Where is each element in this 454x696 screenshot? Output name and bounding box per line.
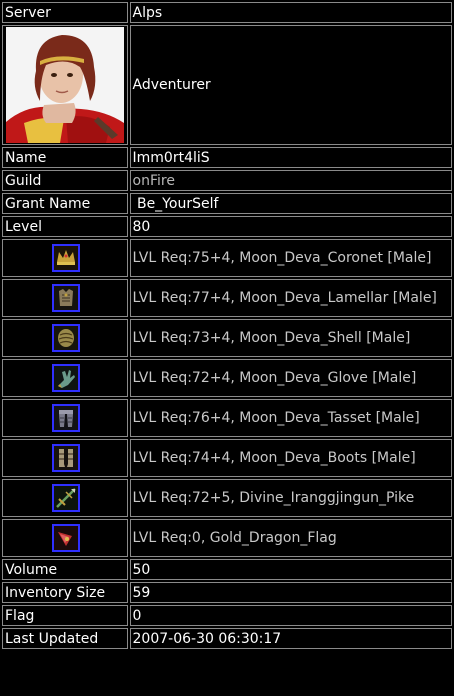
level-row: Level 80: [2, 216, 452, 237]
name-label: Name: [2, 147, 128, 168]
equipment-row: LVL Req:74+4, Moon_Deva_Boots [Male]: [2, 439, 452, 477]
equipment-row: LVL Req:75+4, Moon_Deva_Coronet [Male]: [2, 239, 452, 277]
equipment-row: LVL Req:73+4, Moon_Deva_Shell [Male]: [2, 319, 452, 357]
last-updated-value: 2007-06-30 06:30:17: [129, 628, 452, 649]
last-updated-label: Last Updated: [2, 628, 128, 649]
boots-icon[interactable]: [51, 444, 80, 472]
equipment-text: LVL Req:76+4, Moon_Deva_Tasset [Male]: [129, 399, 452, 437]
inventory-size-label: Inventory Size: [2, 582, 128, 603]
flag-label: Flag: [2, 605, 128, 626]
server-value: Alps: [129, 2, 452, 23]
equipment-text: LVL Req:74+4, Moon_Deva_Boots [Male]: [129, 439, 452, 477]
equipment-icon-cell: [2, 279, 128, 317]
flag-icon[interactable]: [51, 524, 80, 552]
character-portrait-image: [5, 27, 124, 143]
equipment-text: LVL Req:72+4, Moon_Deva_Glove [Male]: [129, 359, 452, 397]
portrait-row: Adventurer: [2, 25, 452, 145]
equipment-text: LVL Req:75+4, Moon_Deva_Coronet [Male]: [129, 239, 452, 277]
equipment-icon-cell: [2, 439, 128, 477]
server-label: Server: [2, 2, 128, 23]
volume-label: Volume: [2, 559, 128, 580]
equipment-icon-cell: [2, 479, 128, 517]
coronet-icon[interactable]: [51, 244, 80, 272]
volume-row: Volume 50: [2, 559, 452, 580]
equipment-icon-cell: [2, 239, 128, 277]
shell-armor-icon[interactable]: [51, 324, 80, 352]
equipment-text: LVL Req:77+4, Moon_Deva_Lamellar [Male]: [129, 279, 452, 317]
glove-icon[interactable]: [51, 364, 80, 392]
equipment-row: LVL Req:0, Gold_Dragon_Flag: [2, 519, 452, 557]
grant-name-value: Be_YourSelf: [129, 193, 452, 214]
grant-name-label: Grant Name: [2, 193, 128, 214]
inventory-size-row: Inventory Size 59: [2, 582, 452, 603]
flag-value: 0: [129, 605, 452, 626]
name-row: Name Imm0rt4liS: [2, 147, 452, 168]
guild-label: Guild: [2, 170, 128, 191]
character-info-table: Server Alps Adventurer Name Imm0rt4liS G…: [0, 0, 454, 651]
guild-row: Guild onFire: [2, 170, 452, 191]
equipment-icon-cell: [2, 319, 128, 357]
level-value: 80: [129, 216, 452, 237]
equipment-text: LVL Req:73+4, Moon_Deva_Shell [Male]: [129, 319, 452, 357]
equipment-text: LVL Req:72+5, Divine_Iranggjingun_Pike: [129, 479, 452, 517]
equipment-icon-cell: [2, 399, 128, 437]
portrait-cell: [2, 25, 128, 145]
equipment-row: LVL Req:72+5, Divine_Iranggjingun_Pike: [2, 479, 452, 517]
guild-value: onFire: [129, 170, 452, 191]
last-updated-row: Last Updated 2007-06-30 06:30:17: [2, 628, 452, 649]
equipment-icon-cell: [2, 359, 128, 397]
equipment-row: LVL Req:77+4, Moon_Deva_Lamellar [Male]: [2, 279, 452, 317]
equipment-row: LVL Req:76+4, Moon_Deva_Tasset [Male]: [2, 399, 452, 437]
volume-value: 50: [129, 559, 452, 580]
equipment-row: LVL Req:72+4, Moon_Deva_Glove [Male]: [2, 359, 452, 397]
character-class-text: Adventurer: [129, 25, 452, 145]
grant-name-row: Grant Name Be_YourSelf: [2, 193, 452, 214]
name-value: Imm0rt4liS: [129, 147, 452, 168]
equipment-text: LVL Req:0, Gold_Dragon_Flag: [129, 519, 452, 557]
character-portrait: [5, 27, 124, 143]
level-label: Level: [2, 216, 128, 237]
lamellar-armor-icon[interactable]: [51, 284, 80, 312]
pike-icon[interactable]: [51, 484, 80, 512]
flag-row: Flag 0: [2, 605, 452, 626]
server-row: Server Alps: [2, 2, 452, 23]
equipment-icon-cell: [2, 519, 128, 557]
tasset-icon[interactable]: [51, 404, 80, 432]
inventory-size-value: 59: [129, 582, 452, 603]
